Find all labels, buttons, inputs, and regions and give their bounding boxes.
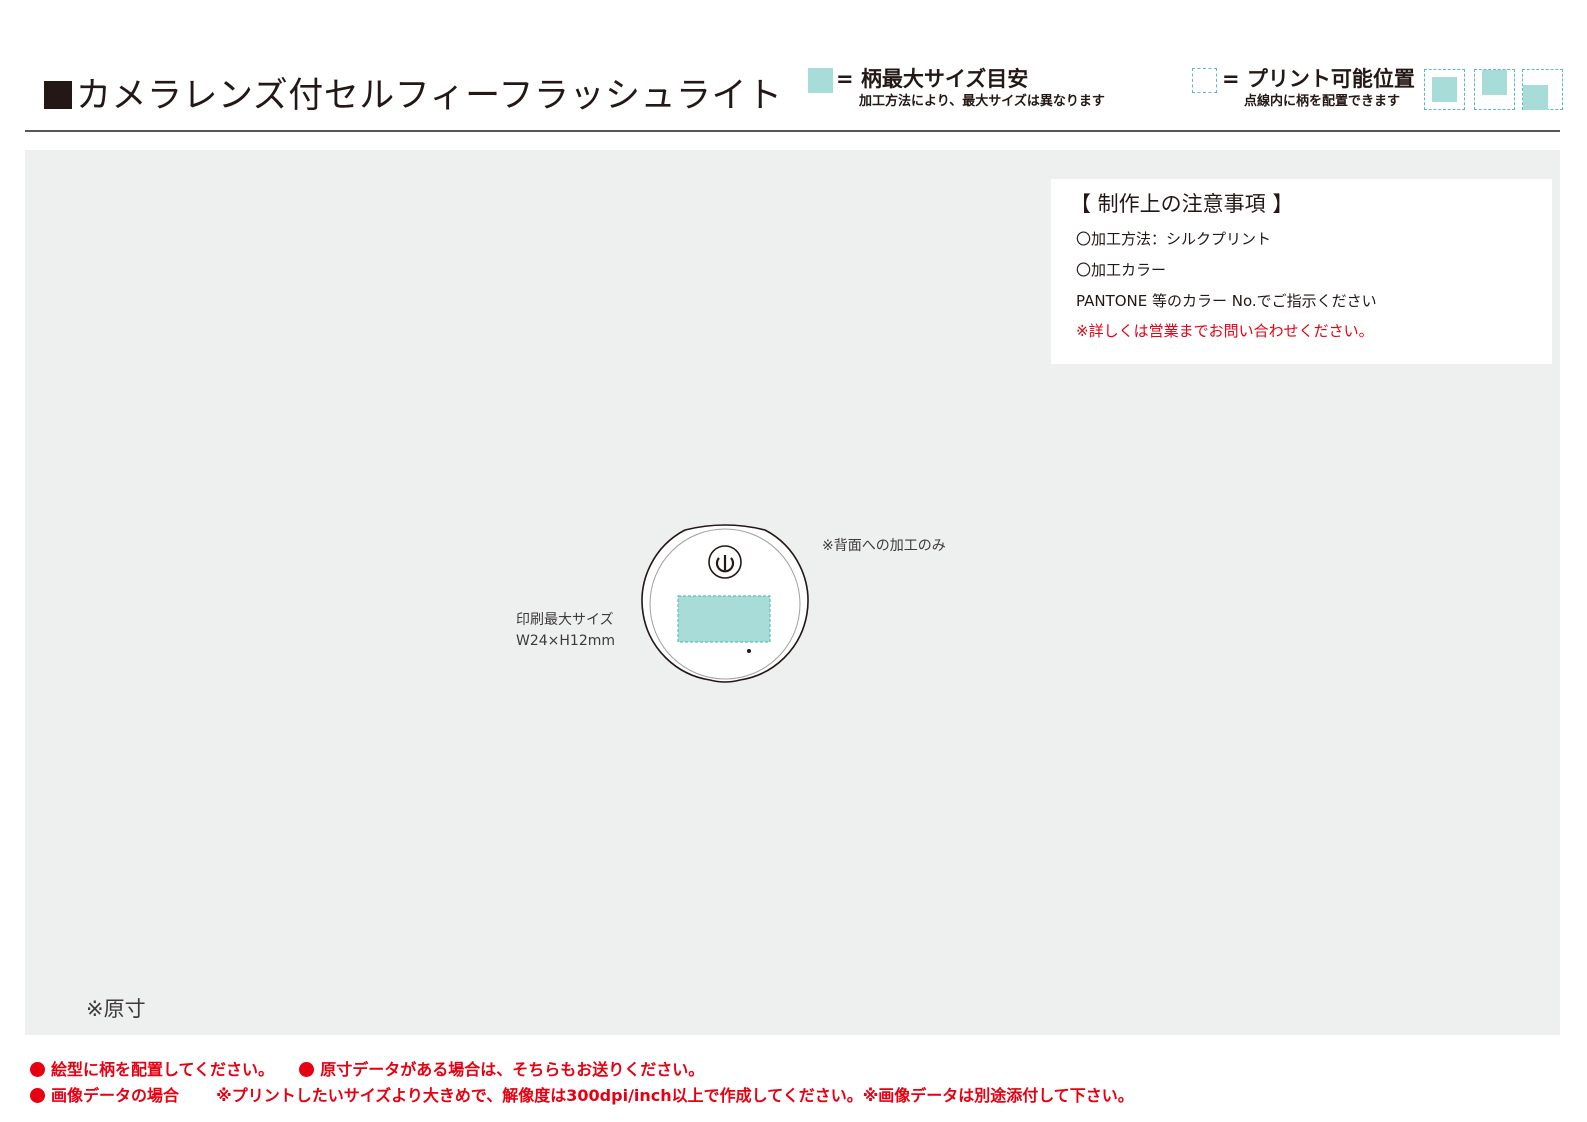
back-only-note: ※背面への加工のみ [822,538,946,554]
print-area [677,595,771,643]
print-size-label: 印刷最大サイズ W24×H12mm [516,610,615,652]
max-size-sub: 加工方法により、最大サイズは異なります [859,94,1105,109]
note-line-method: 〇加工方法：シルクプリント [1076,230,1272,248]
note-line-color: 〇加工カラー [1076,261,1167,279]
max-size-swatch-icon [808,68,833,93]
footer-text-resolution: ※プリントしたいサイズより大きめで、解像度は300dpi/inch以上で作成して… [216,1086,1134,1105]
footer-line-1: 絵型に柄を配置してください。 原寸データがある場合は、そちらもお送りください。 [30,1059,704,1081]
black-square-icon [44,81,72,109]
max-size-legend: = 柄最大サイズ目安 [836,66,1028,92]
header-divider [25,130,1560,132]
page-title: カメラレンズ付セルフィーフラッシュライト [44,74,783,118]
position-example-top-icon [1474,69,1515,110]
print-position-legend: = プリント可能位置 [1222,66,1415,92]
red-bullet-icon [299,1062,315,1077]
position-example-corner-icon [1522,69,1563,110]
power-button-icon [708,545,742,579]
red-bullet-icon [30,1088,45,1103]
print-size-value: W24×H12mm [516,633,616,649]
print-size-title: 印刷最大サイズ [516,612,614,628]
footer-text-send-data: 原寸データがある場合は、そちらもお送りください。 [320,1060,705,1079]
footer-text-place-design: 絵型に柄を配置してください。 [51,1060,275,1079]
max-size-label: 柄最大サイズ目安 [860,67,1029,91]
print-position-eq: = [1222,67,1240,91]
print-position-sub: 点線内に柄を配置できます [1244,94,1401,109]
notes-heading: 【 制作上の注意事項 】 [1070,192,1294,216]
max-size-eq: = [836,67,854,91]
red-bullet-icon [30,1062,45,1077]
product-drawing [641,524,809,683]
page-title-text: カメラレンズ付セルフィーフラッシュライト [76,76,783,116]
footer-text-image-data: 画像データの場合 [51,1086,180,1105]
print-position-label: プリント可能位置 [1246,67,1415,91]
position-example-center-icon [1424,69,1465,110]
actual-size-note: ※原寸 [86,997,146,1021]
print-position-swatch-icon [1192,68,1217,93]
note-line-contact: ※詳しくは営業までお問い合わせください。 [1076,322,1374,340]
indicator-dot [747,649,751,653]
footer-line-2: 画像データの場合 ※プリントしたいサイズより大きめで、解像度は300dpi/in… [30,1085,1134,1107]
note-line-pantone: PANTONE 等のカラー No.でご指示ください [1076,292,1377,310]
